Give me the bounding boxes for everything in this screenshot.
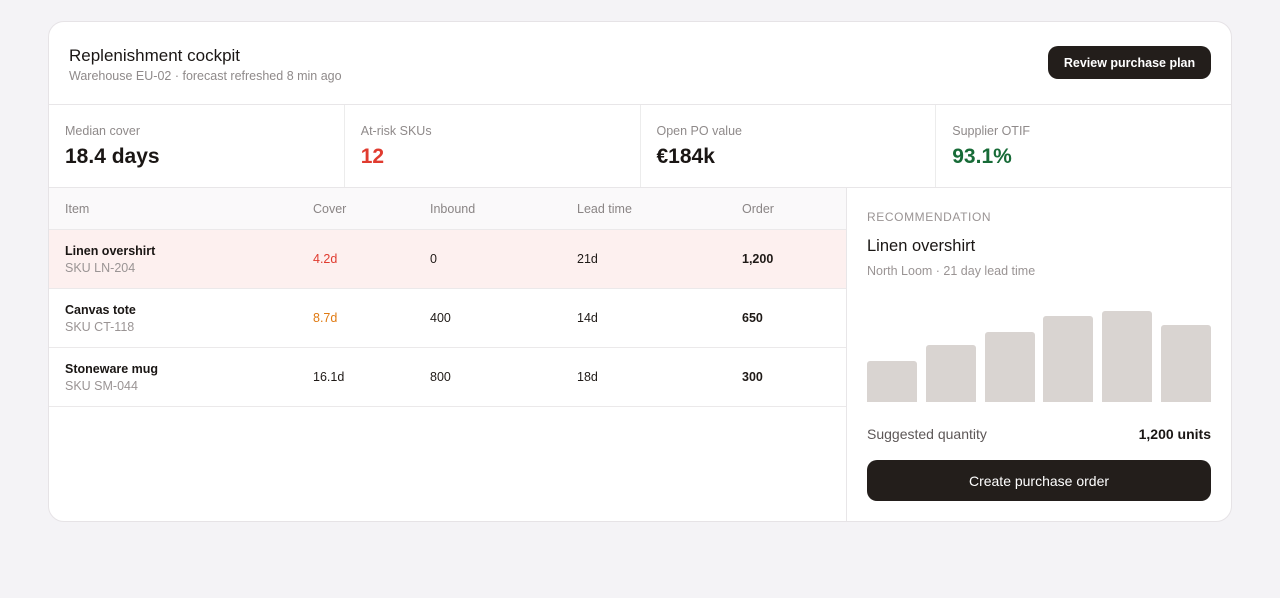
table-row[interactable]: Stoneware mug SKU SM-044 16.1d 800 18d 3… (49, 348, 846, 407)
item-name: Stoneware mug (65, 362, 159, 376)
table-row[interactable]: Linen overshirt SKU LN-204 4.2d 0 21d 1,… (49, 230, 846, 289)
demand-bar (867, 361, 917, 402)
item-sku: SKU SM-044 (65, 379, 138, 393)
column-header-item[interactable]: Item (65, 202, 89, 216)
cover-value: 16.1d (313, 370, 345, 384)
card-body: Item Cover Inbound Lead time Order Linen… (49, 188, 1231, 521)
column-header-inbound[interactable]: Inbound (430, 202, 475, 216)
column-header-lead-time[interactable]: Lead time (577, 202, 632, 216)
column-header-order[interactable]: Order (742, 202, 774, 216)
kpi-strip: Median cover 18.4 days At-risk SKUs 12 O… (49, 105, 1231, 188)
demand-bar (1043, 316, 1094, 402)
kpi-value: 12 (360, 145, 385, 168)
recommendation-panel: RECOMMENDATION Linen overshirt North Loo… (847, 188, 1231, 521)
item-name: Linen overshirt (65, 244, 156, 258)
lead-time-value: 14d (577, 311, 598, 325)
suggested-quantity-label: Suggested quantity (867, 426, 987, 442)
inbound-value: 800 (430, 370, 451, 384)
item-sku: SKU LN-204 (65, 261, 136, 275)
recommendation-subtitle: North Loom · 21 day lead time (867, 264, 1036, 278)
kpi-value: 18.4 days (65, 145, 160, 168)
lead-time-value: 21d (577, 252, 598, 266)
kpi-median-cover: Median cover 18.4 days (49, 105, 345, 187)
order-value: 300 (742, 370, 763, 384)
inbound-value: 0 (430, 252, 437, 266)
recommendation-title: Linen overshirt (867, 237, 976, 255)
kpi-label: Median cover (65, 124, 141, 138)
table-header: Item Cover Inbound Lead time Order (49, 188, 846, 230)
order-value: 1,200 (742, 252, 774, 266)
table-row[interactable]: Canvas tote SKU CT-118 8.7d 400 14d 650 (49, 289, 846, 348)
item-name: Canvas tote (65, 303, 136, 317)
kpi-supplier-otif: Supplier OTIF 93.1% (936, 105, 1231, 187)
suggested-quantity-value: 1,200 units (1138, 426, 1211, 442)
demand-bar-chart (867, 288, 1211, 402)
sku-table: Item Cover Inbound Lead time Order Linen… (49, 188, 847, 521)
kpi-at-risk-skus: At-risk SKUs 12 (345, 105, 641, 187)
page-subtitle: Warehouse EU-02 · forecast refreshed 8 m… (69, 69, 342, 83)
kpi-label: At-risk SKUs (360, 124, 432, 138)
cover-value: 8.7d (313, 311, 338, 325)
replenishment-card: Replenishment cockpit Warehouse EU-02 · … (48, 21, 1232, 522)
kpi-value: €184k (656, 145, 715, 168)
order-value: 650 (742, 311, 763, 325)
card-header: Replenishment cockpit Warehouse EU-02 · … (49, 22, 1231, 105)
kpi-label: Open PO value (656, 124, 742, 138)
create-purchase-order-button[interactable]: Create purchase order (867, 460, 1211, 501)
kpi-value: 93.1% (952, 145, 1012, 168)
review-purchase-plan-button[interactable]: Review purchase plan (1048, 46, 1211, 79)
recommendation-label: RECOMMENDATION (867, 210, 992, 224)
page-title: Replenishment cockpit (69, 46, 241, 65)
cover-value: 4.2d (313, 252, 338, 266)
demand-bar (984, 332, 1035, 402)
demand-bar (925, 345, 976, 402)
demand-bar (1102, 311, 1153, 402)
demand-bar (1161, 325, 1211, 402)
item-sku: SKU CT-118 (65, 320, 135, 334)
column-header-cover[interactable]: Cover (313, 202, 346, 216)
inbound-value: 400 (430, 311, 451, 325)
kpi-label: Supplier OTIF (952, 124, 1031, 138)
lead-time-value: 18d (577, 370, 598, 384)
kpi-open-po-value: Open PO value €184k (641, 105, 937, 187)
